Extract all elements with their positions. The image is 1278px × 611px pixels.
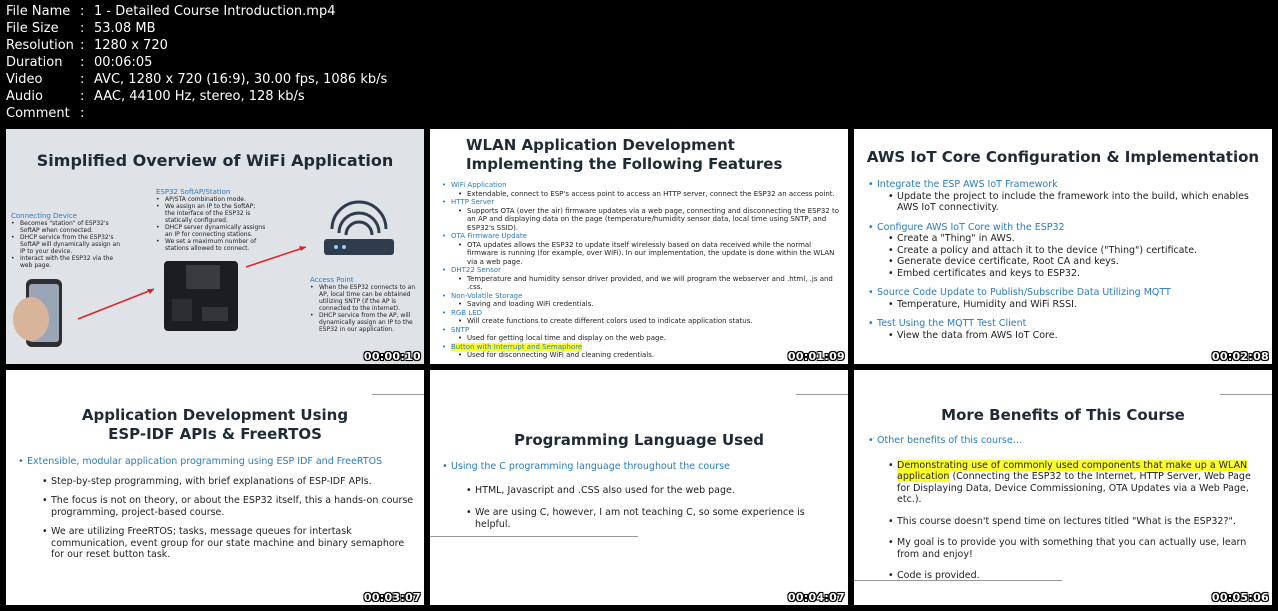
slide-title: More Benefits of This Course [941, 406, 1185, 424]
thumbnail-6[interactable]: More Benefits of This Course Other benef… [854, 370, 1272, 605]
thumbnail-1[interactable]: Simplified Overview of WiFi Application … [6, 129, 424, 364]
divider-line [430, 536, 638, 537]
content-list: Extensible, modular application programm… [18, 456, 418, 561]
thumbnail-3[interactable]: AWS IoT Core Configuration & Implementat… [854, 129, 1272, 364]
thumbnail-2[interactable]: WLAN Application Development Implementin… [430, 129, 848, 364]
feature-list: WiFi Application Extendable, connect to … [442, 181, 842, 360]
feature-head: WiFi Application [442, 181, 842, 190]
esp32-board-image [164, 261, 238, 331]
audio-row: Audio: AAC, 44100 Hz, stereo, 128 kb/s [6, 89, 305, 104]
video-row: Video: AVC, 1280 x 720 (16:9), 30.00 fps,… [6, 72, 388, 87]
thumbnail-5[interactable]: Programming Language Used Using the C pr… [430, 370, 848, 605]
router-icon [324, 200, 394, 255]
timestamp: 00:00:10 [363, 350, 421, 363]
content-list: Using the C programming language through… [442, 461, 842, 530]
smartphone-image [13, 279, 62, 347]
timestamp: 00:05:06 [1211, 591, 1269, 604]
timestamp: 00:02:08 [1211, 350, 1269, 363]
timestamp: 00:01:09 [787, 350, 845, 363]
wifi-diagram-illustration [13, 200, 394, 347]
file-size-row: File Size:53.08 MB [6, 21, 156, 36]
slide-title: WLAN Application Development Implementin… [466, 136, 783, 173]
resolution-row: Resolution:1280 x 720 [6, 38, 168, 53]
arrow-board-to-router [245, 246, 307, 268]
divider-line [372, 394, 424, 395]
arrow-phone-to-board [77, 288, 155, 320]
file-info-panel: File Name:1 - Detailed Course Introducti… [6, 3, 387, 122]
duration-row: Duration:00:06:05 [6, 55, 153, 70]
file-name-row: File Name:1 - Detailed Course Introducti… [6, 4, 336, 19]
highlighted-feature: Button with Interrupt and Semaphore [451, 342, 583, 351]
content-list: Other benefits of this course… Demonstra… [868, 435, 1266, 582]
divider-line [796, 394, 848, 395]
divider-line [1220, 394, 1272, 395]
divider-line [854, 580, 1062, 581]
slide-title: Application Development Using ESP-IDF AP… [81, 406, 349, 443]
slide-title: AWS IoT Core Configuration & Implementat… [866, 148, 1260, 166]
timestamp: 00:04:07 [787, 591, 845, 604]
thumbnail-4[interactable]: Application Development Using ESP-IDF AP… [6, 370, 424, 605]
timestamp: 00:03:07 [363, 591, 421, 604]
aws-sections: Integrate the ESP AWS IoT Framework Upda… [868, 179, 1268, 341]
comment-row: Comment: [6, 106, 85, 121]
slide-title: Programming Language Used [513, 431, 765, 449]
